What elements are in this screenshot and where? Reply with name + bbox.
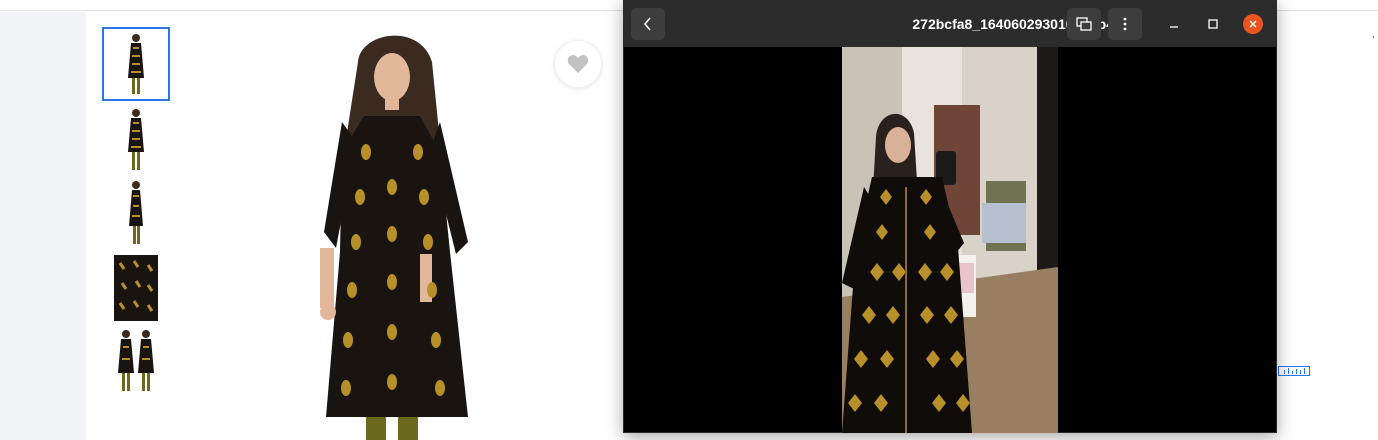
- maximize-button[interactable]: [1201, 12, 1225, 36]
- dress-thumbnail-image: [129, 181, 143, 244]
- thumb-side-view[interactable]: [102, 177, 170, 251]
- picture-in-picture-button[interactable]: [1067, 8, 1101, 40]
- screen: ‚ 272bcfa8_1640602930100.mp4: [0, 0, 1378, 440]
- minimize-icon: [1170, 26, 1178, 28]
- dress-thumbnail-image: [128, 34, 144, 94]
- heart-icon: [567, 55, 589, 73]
- thumb-front-view[interactable]: [102, 27, 170, 101]
- thumb-full-front[interactable]: [102, 103, 170, 177]
- wishlist-button[interactable]: [554, 40, 602, 88]
- menu-button[interactable]: [1108, 8, 1142, 40]
- dress-thumbnail-image: [118, 330, 154, 391]
- product-main-image[interactable]: [300, 22, 490, 440]
- video-titlebar[interactable]: 272bcfa8_1640602930100.mp4: [624, 1, 1276, 47]
- thumb-fabric-closeup[interactable]: [102, 251, 170, 325]
- chevron-left-icon: [644, 17, 651, 31]
- kebab-menu-icon: [1123, 17, 1127, 31]
- fabric-thumbnail-image: [114, 255, 158, 321]
- close-icon: [1249, 20, 1257, 28]
- video-still-image: [842, 47, 1058, 433]
- maximize-icon: [1208, 19, 1218, 29]
- minimize-button[interactable]: [1162, 12, 1186, 36]
- side-chart-widget[interactable]: [1278, 366, 1310, 376]
- video-frame[interactable]: [842, 47, 1058, 433]
- dress-thumbnail-image: [128, 109, 144, 170]
- close-button[interactable]: [1243, 14, 1263, 34]
- picture-in-picture-icon: [1076, 17, 1092, 31]
- thumb-front-back-view[interactable]: [102, 325, 170, 399]
- edge-glyph: ‚: [1372, 28, 1375, 40]
- page-left-gutter: [0, 12, 86, 440]
- video-title: 272bcfa8_1640602930100.mp4: [794, 1, 1114, 47]
- model-in-kurta-image: [320, 35, 468, 440]
- video-player-window[interactable]: 272bcfa8_1640602930100.mp4: [623, 0, 1277, 433]
- back-button[interactable]: [631, 8, 665, 40]
